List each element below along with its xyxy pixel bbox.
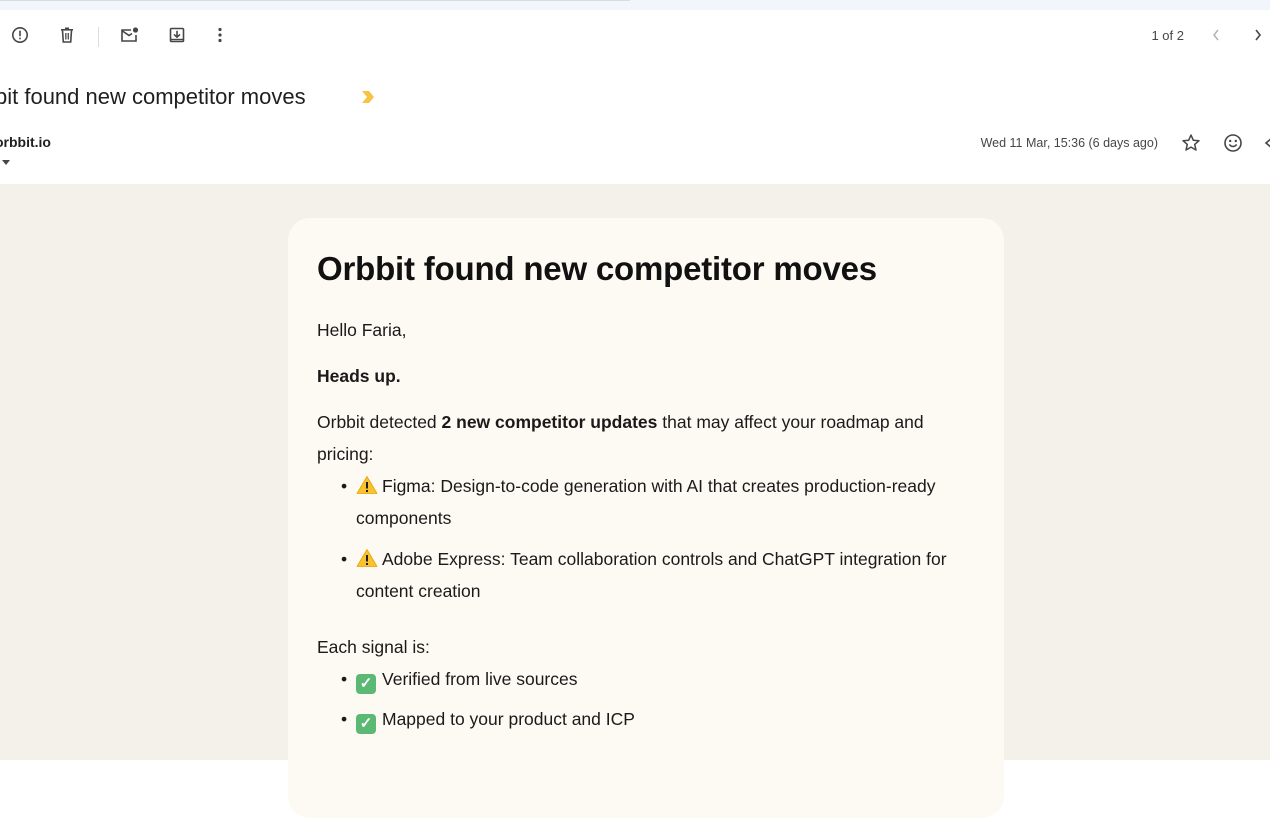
email-card: Orbbit found new competitor moves Hello …	[288, 218, 1004, 818]
greeting: Hello Faria,	[317, 320, 407, 340]
heads-up-text: Heads up.	[317, 366, 401, 386]
previous-message-button[interactable]	[1201, 20, 1231, 50]
update-count: 2 new competitor updates	[441, 412, 658, 432]
intro-paragraph: Orbbit detected 2 new competitor updates…	[317, 406, 977, 470]
progress-line	[0, 0, 630, 1]
update-text: Figma: Design-to-code generation with AI…	[356, 476, 936, 528]
next-message-button[interactable]	[1243, 20, 1270, 50]
warning-icon	[356, 549, 378, 567]
sender-address[interactable]: orbbit.io	[0, 134, 51, 150]
top-strip	[0, 0, 1270, 10]
intro-prefix: Orbbit detected	[317, 412, 442, 432]
message-date: Wed 11 Mar, 15:36 (6 days ago)	[980, 136, 1158, 150]
emoji-react-icon	[1224, 134, 1242, 152]
delete-icon	[61, 27, 73, 43]
reply-icon	[1264, 138, 1270, 148]
list-item: ✓ Mapped to your product and ICP	[317, 703, 977, 735]
mark-unread-button[interactable]	[115, 20, 145, 50]
mark-unread-icon	[121, 27, 139, 42]
chevron-right-icon	[1255, 29, 1262, 41]
email-heading: Orbbit found new competitor moves	[317, 250, 877, 287]
list-item: Figma: Design-to-code generation with AI…	[317, 470, 977, 534]
star-icon	[1182, 134, 1200, 151]
importance-marker-icon[interactable]	[360, 90, 376, 104]
report-spam-icon	[12, 27, 28, 43]
update-text: Adobe Express: Team collaboration contro…	[356, 549, 947, 601]
check-mark-icon: ✓	[356, 714, 376, 734]
delete-button[interactable]	[52, 20, 82, 50]
move-to-button[interactable]	[162, 20, 192, 50]
signal-text: Verified from live sources	[382, 669, 578, 689]
move-to-icon	[169, 27, 185, 43]
check-mark-icon: ✓	[356, 674, 376, 694]
signal-intro: Each signal is:	[317, 637, 430, 657]
pager-count: 1 of 2	[1151, 28, 1184, 43]
toolbar-divider	[98, 27, 99, 47]
more-vert-icon	[218, 27, 222, 43]
more-options-button[interactable]	[205, 20, 235, 50]
sender-details-dropdown-icon[interactable]	[2, 160, 10, 165]
list-item: Adobe Express: Team collaboration contro…	[317, 543, 977, 607]
competitor-update-list: Figma: Design-to-code generation with AI…	[317, 470, 977, 607]
message-toolbar: 1 of 2	[0, 10, 1270, 60]
report-spam-button[interactable]	[5, 20, 35, 50]
star-button[interactable]	[1178, 130, 1204, 156]
signal-points-list: ✓ Verified from live sources ✓ Mapped to y…	[317, 663, 977, 735]
warning-icon	[356, 476, 378, 494]
signal-text: Mapped to your product and ICP	[382, 709, 635, 729]
email-subject: bit found new competitor moves	[0, 84, 306, 109]
chevron-left-icon	[1213, 29, 1219, 41]
reply-button[interactable]	[1260, 130, 1270, 156]
list-item: ✓ Verified from live sources	[317, 663, 977, 695]
emoji-react-button[interactable]	[1220, 130, 1246, 156]
